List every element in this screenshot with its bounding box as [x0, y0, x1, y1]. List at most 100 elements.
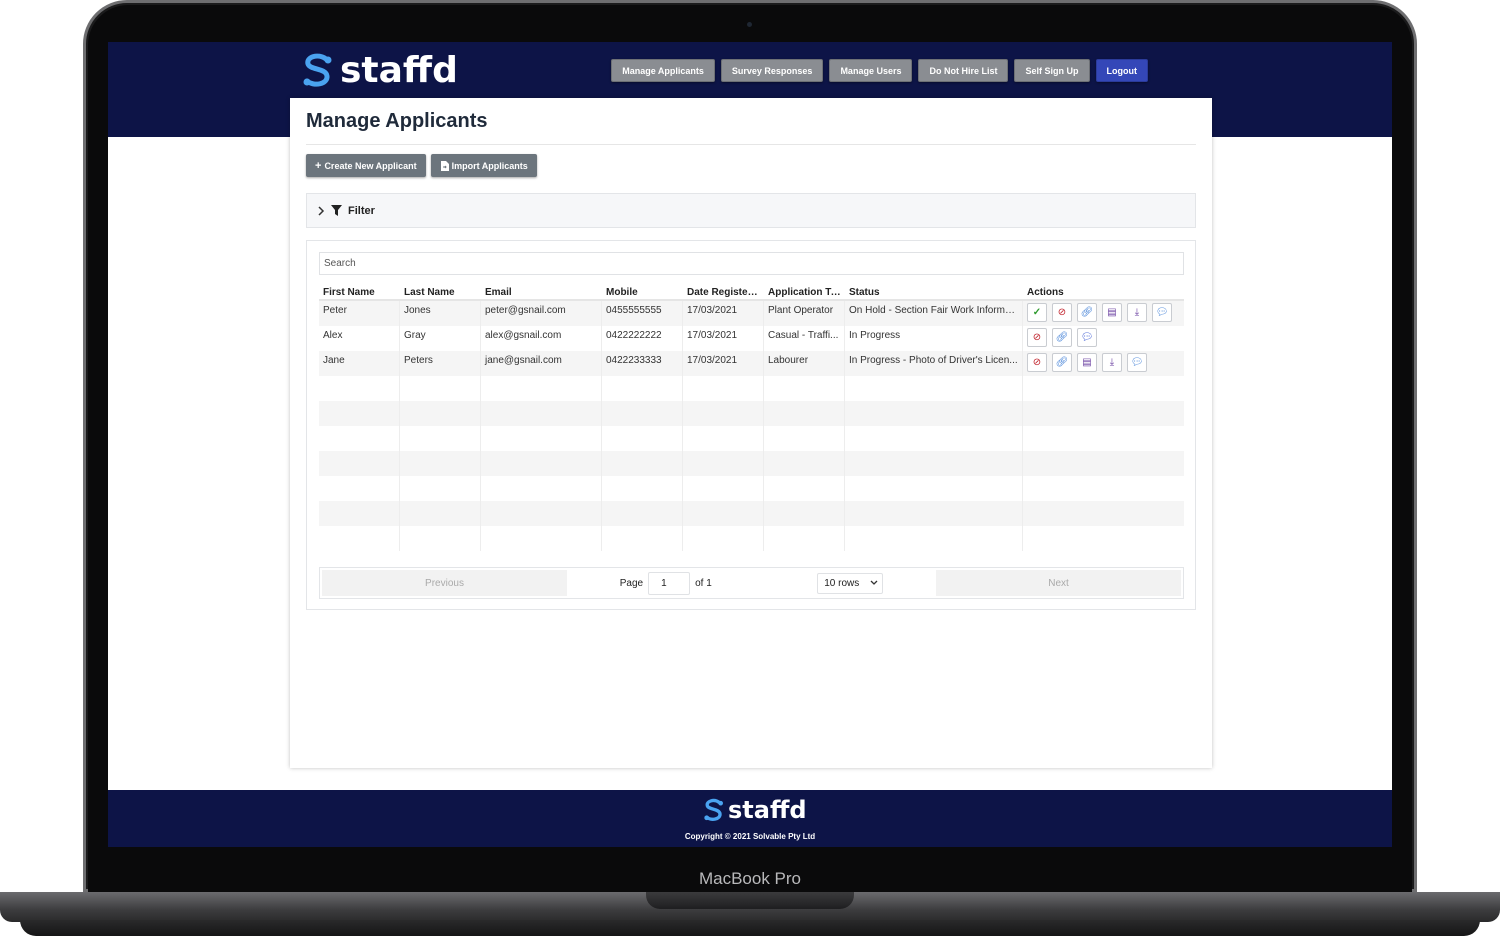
applicants-table: First Name Last Name Email Mobile Date R… — [319, 283, 1184, 551]
staffd-logo-icon — [704, 798, 723, 821]
document-icon[interactable]: ▤ — [1077, 353, 1097, 372]
cell-first-name: Alex — [319, 326, 400, 351]
table-row[interactable]: Jane Peters jane@gsnail.com 0422233333 1… — [319, 351, 1184, 376]
col-mobile[interactable]: Mobile — [602, 283, 683, 299]
empty-row — [319, 476, 1184, 501]
page-controls: Page 1 of 1 10 rows — [567, 571, 936, 595]
cell-last-name: Jones — [400, 301, 481, 326]
empty-row — [319, 526, 1184, 551]
create-applicant-button[interactable]: + Create New Applicant — [306, 154, 426, 177]
col-date-registered[interactable]: Date Registered — [683, 283, 764, 299]
nav-survey-responses[interactable]: Survey Responses — [720, 59, 824, 82]
laptop-base-bottom — [20, 920, 1480, 936]
cell-type: Plant Operator — [764, 301, 845, 326]
cell-first-name: Jane — [319, 351, 400, 376]
cell-last-name: Peters — [400, 351, 481, 376]
cell-email: alex@gsnail.com — [481, 326, 602, 351]
main-card: Manage Applicants + Create New Applicant… — [290, 98, 1212, 768]
cell-type: Labourer — [764, 351, 845, 376]
cell-date: 17/03/2021 — [683, 351, 764, 376]
import-applicants-button[interactable]: Import Applicants — [430, 154, 537, 177]
col-email[interactable]: Email — [481, 283, 602, 299]
camera-dot — [747, 22, 752, 27]
cell-email: jane@gsnail.com — [481, 351, 602, 376]
page-total: of 1 — [695, 577, 712, 589]
create-applicant-label: Create New Applicant — [324, 160, 417, 171]
brand-name: staffd — [340, 50, 458, 91]
col-actions: Actions — [1027, 287, 1064, 298]
rows-per-page-select[interactable]: 10 rows — [817, 572, 884, 594]
cell-last-name: Gray — [400, 326, 481, 351]
comment-icon[interactable]: 💬︎ — [1077, 328, 1097, 347]
rows-per-page-value: 10 rows — [824, 577, 860, 589]
comment-icon[interactable]: 💬︎ — [1127, 353, 1147, 372]
table-row[interactable]: Alex Gray alex@gsnail.com 0422222222 17/… — [319, 326, 1184, 351]
cell-email: peter@gsnail.com — [481, 301, 602, 326]
page-label: Page — [619, 577, 644, 589]
device-label: MacBook Pro — [698, 869, 802, 888]
link-icon[interactable]: 🔗︎ — [1052, 328, 1072, 347]
cell-date: 17/03/2021 — [683, 326, 764, 351]
page-number-input[interactable]: 1 — [648, 571, 691, 595]
empty-row — [319, 451, 1184, 476]
file-import-icon — [440, 160, 449, 171]
cell-status: On Hold - Section Fair Work Informa... — [845, 301, 1023, 326]
page-title: Manage Applicants — [306, 110, 488, 132]
nav-manage-users[interactable]: Manage Users — [829, 59, 913, 82]
staffd-logo-icon — [303, 53, 332, 87]
nav-self-sign-up[interactable]: Self Sign Up — [1014, 59, 1090, 82]
cell-status: In Progress — [845, 326, 1023, 351]
top-nav: Manage Applicants Survey Responses Manag… — [611, 59, 1148, 82]
brand-logo[interactable]: staffd — [300, 50, 458, 91]
empty-row — [319, 501, 1184, 526]
screen: staffd Manage Applicants Survey Response… — [108, 42, 1392, 847]
cell-type: Casual - Traffi... — [764, 326, 845, 351]
nav-do-not-hire[interactable]: Do Not Hire List — [918, 59, 1009, 82]
logout-button[interactable]: Logout — [1095, 59, 1148, 82]
plus-icon: + — [315, 159, 322, 172]
cell-actions: ⊘ 🔗︎ 💬︎ — [1023, 326, 1184, 351]
link-icon[interactable]: 🔗︎ — [1077, 303, 1097, 322]
filter-label: Filter — [348, 204, 375, 217]
col-application-type[interactable]: Application Ty... — [764, 283, 845, 299]
chevron-down-icon — [870, 580, 878, 585]
page-indicator: Page 1 of 1 — [619, 571, 712, 595]
cell-actions: ⊘ 🔗︎ ▤ ⤓ 💬︎ — [1023, 351, 1184, 376]
page-actions: + Create New Applicant Import Applicants — [306, 154, 537, 177]
search-input[interactable]: Search — [319, 252, 1184, 275]
table-header: First Name Last Name Email Mobile Date R… — [319, 283, 1184, 301]
next-button[interactable]: Next — [936, 570, 1181, 596]
download-icon[interactable]: ⤓ — [1127, 303, 1147, 322]
cell-mobile: 0455555555 — [602, 301, 683, 326]
comment-icon[interactable]: 💬︎ — [1152, 303, 1172, 322]
approve-icon[interactable]: ✓ — [1027, 303, 1047, 322]
col-status[interactable]: Status — [845, 283, 1023, 299]
cell-mobile: 0422222222 — [602, 326, 683, 351]
table-row[interactable]: Peter Jones peter@gsnail.com 0455555555 … — [319, 301, 1184, 326]
cell-status: In Progress - Photo of Driver's Licen... — [845, 351, 1023, 376]
chevron-right-icon — [318, 205, 325, 216]
laptop-notch — [646, 892, 854, 909]
cell-mobile: 0422233333 — [602, 351, 683, 376]
block-icon[interactable]: ⊘ — [1027, 328, 1047, 347]
nav-manage-applicants[interactable]: Manage Applicants — [611, 59, 715, 82]
link-icon[interactable]: 🔗︎ — [1052, 353, 1072, 372]
col-last-name[interactable]: Last Name — [400, 283, 481, 299]
previous-button[interactable]: Previous — [322, 570, 567, 596]
footer: staffd Copyright © 2021 Solvable Pty Ltd — [108, 790, 1392, 847]
import-applicants-label: Import Applicants — [451, 160, 528, 171]
col-first-name[interactable]: First Name — [319, 283, 400, 299]
empty-row — [319, 426, 1184, 451]
filter-toggle[interactable]: Filter — [306, 193, 1196, 228]
cell-actions: ✓ ⊘ 🔗︎ ▤ ⤓ 💬︎ — [1023, 301, 1184, 326]
empty-row — [319, 376, 1184, 401]
footer-brand-name: staffd — [728, 796, 807, 824]
cell-date: 17/03/2021 — [683, 301, 764, 326]
title-divider — [306, 144, 1196, 145]
document-icon[interactable]: ▤ — [1102, 303, 1122, 322]
pagination: Previous Page 1 of 1 10 rows Next — [319, 567, 1184, 599]
block-icon[interactable]: ⊘ — [1052, 303, 1072, 322]
filter-icon — [331, 205, 342, 216]
download-icon[interactable]: ⤓ — [1102, 353, 1122, 372]
block-icon[interactable]: ⊘ — [1027, 353, 1047, 372]
